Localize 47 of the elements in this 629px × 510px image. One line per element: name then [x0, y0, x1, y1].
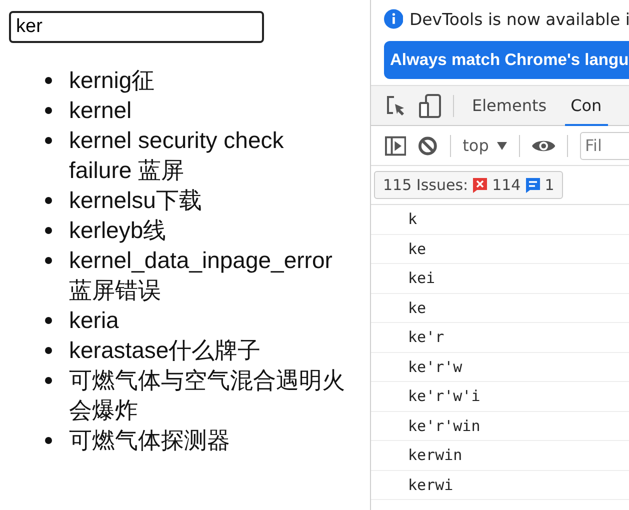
suggestion-text: kernig征: [69, 66, 156, 95]
console-message: kerwi: [408, 476, 454, 494]
bullet-icon: [45, 257, 52, 264]
issues-button[interactable]: 115 Issues: 114 1: [374, 171, 564, 199]
bullet-icon: [45, 197, 52, 204]
suggestion-text: 可燃气体探测器: [69, 426, 231, 455]
context-dropdown[interactable]: top: [462, 136, 507, 155]
console-message: ke: [408, 298, 426, 317]
console-message: ke: [408, 240, 426, 258]
search-field[interactable]: ker: [9, 11, 264, 43]
panel-tab[interactable]: Elements: [466, 86, 553, 126]
console-message: kei: [408, 269, 436, 288]
bullet-icon: [45, 77, 52, 84]
error-count: 114: [492, 176, 521, 194]
panel-tab[interactable]: Con: [564, 86, 608, 126]
bullet-icon: [45, 107, 52, 114]
console-message: ke'r: [408, 328, 444, 346]
bullet-icon: [45, 227, 52, 234]
caret-icon: [496, 142, 507, 150]
device-icon[interactable]: [419, 94, 441, 118]
console-message: k: [408, 210, 418, 228]
info-count: 1: [544, 176, 554, 194]
bullet-icon: [45, 137, 52, 144]
bullet-icon: [45, 437, 52, 444]
suggestion-text: keria: [69, 306, 120, 335]
sidebar-icon[interactable]: [385, 136, 406, 156]
filter-field[interactable]: Fil: [580, 132, 629, 160]
info-icon: [384, 9, 404, 29]
suggestion-text: kerastase什么牌子: [69, 336, 262, 365]
suggestion-text: kerleyb线: [69, 216, 168, 245]
language-button[interactable]: Always match Chrome's langu: [384, 41, 629, 79]
bullet-icon: [45, 347, 52, 354]
console-message: ke'r'w'i: [408, 387, 480, 406]
error-icon: [473, 178, 488, 192]
bullet-icon: [45, 377, 52, 384]
console-message: kerwin: [408, 446, 462, 464]
suggestion-text: kernelsu下载: [69, 186, 203, 215]
console-message: ke'r'w: [408, 358, 462, 376]
suggestion-text: kernel: [69, 96, 133, 125]
bullet-icon: [45, 317, 52, 324]
inspect-icon[interactable]: [385, 94, 407, 116]
console-message: ke'r'win: [408, 416, 480, 435]
message-icon: [526, 178, 540, 192]
issues-label: 115 Issues:: [383, 176, 468, 194]
clear-icon[interactable]: [418, 136, 438, 156]
suggestion-text: 可燃气体与空气混合遇明火会爆炸: [69, 366, 346, 425]
notice-text: DevTools is now available i: [409, 10, 629, 28]
